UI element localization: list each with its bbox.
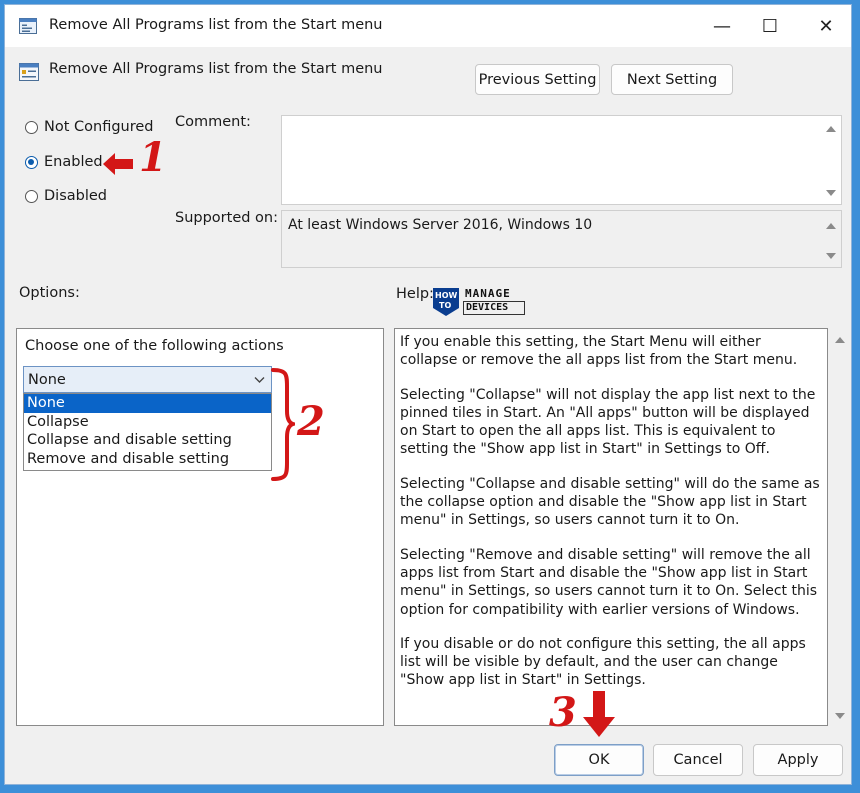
dropdown-option[interactable]: Collapse and disable setting: [24, 431, 271, 450]
policy-setting-icon: [19, 63, 39, 81]
scroll-up-icon[interactable]: [826, 223, 836, 229]
supported-on-value: At least Windows Server 2016, Windows 10: [288, 217, 593, 233]
help-paragraph: Selecting "Remove and disable setting" w…: [400, 546, 818, 618]
chevron-down-icon: [254, 377, 265, 383]
comment-textbox[interactable]: [281, 115, 842, 205]
radio-circle: [25, 120, 38, 134]
logo-to-text: TO: [439, 301, 452, 310]
radio-circle-checked: [25, 155, 38, 169]
radio-label: Enabled: [44, 154, 103, 170]
dropdown-option[interactable]: Remove and disable setting: [24, 450, 271, 469]
policy-dialog: Remove All Programs list from the Start …: [4, 4, 852, 785]
help-panel: If you enable this setting, the Start Me…: [394, 328, 828, 726]
cancel-button[interactable]: Cancel: [653, 744, 743, 776]
maximize-icon: ☐: [761, 15, 779, 37]
minimize-icon: —: [713, 15, 731, 37]
help-paragraph: If you disable or do not configure this …: [400, 635, 806, 689]
next-setting-button[interactable]: Next Setting: [611, 64, 733, 95]
annotation-arrow-down-icon: [583, 691, 615, 737]
annotation-arrow-left-icon: [103, 153, 133, 175]
comment-label: Comment:: [175, 114, 251, 130]
help-text: If you enable this setting, the Start Me…: [400, 333, 822, 706]
radio-not-configured[interactable]: Not Configured: [25, 119, 154, 135]
options-panel: Choose one of the following actions None…: [16, 328, 384, 726]
logo-devices-text: DEVICES: [463, 301, 525, 315]
close-button[interactable]: ✕: [803, 6, 849, 46]
dropdown-option[interactable]: None: [24, 394, 271, 413]
help-paragraph: If you enable this setting, the Start Me…: [400, 334, 798, 369]
apply-button[interactable]: Apply: [753, 744, 843, 776]
help-paragraph: Selecting "Collapse" will not display th…: [400, 386, 816, 458]
dropdown-option[interactable]: Collapse: [24, 413, 271, 432]
supported-on-label: Supported on:: [175, 210, 279, 226]
options-label: Options:: [19, 285, 80, 301]
supported-on-field: At least Windows Server 2016, Windows 10: [281, 210, 842, 268]
htmd-logo: HOW TO MANAGE DEVICES: [431, 286, 527, 318]
help-paragraph: Selecting "Collapse and disable setting"…: [400, 475, 820, 529]
help-label: Help:: [396, 286, 434, 302]
maximize-button[interactable]: ☐: [747, 6, 793, 46]
radio-label: Disabled: [44, 188, 107, 204]
previous-setting-button[interactable]: Previous Setting: [475, 64, 600, 95]
title-bar: Remove All Programs list from the Start …: [5, 5, 851, 47]
scroll-down-icon[interactable]: [826, 253, 836, 259]
minimize-button[interactable]: —: [699, 6, 745, 46]
logo-manage-text: MANAGE: [465, 287, 511, 300]
action-dropdown-list: None Collapse Collapse and disable setti…: [23, 393, 272, 471]
annotation-step-3: 3: [549, 689, 577, 736]
radio-enabled[interactable]: Enabled: [25, 154, 103, 170]
radio-circle: [25, 189, 38, 203]
scroll-down-icon[interactable]: [826, 190, 836, 196]
action-combobox[interactable]: None: [23, 366, 272, 393]
combobox-value: None: [28, 371, 66, 388]
scroll-up-icon[interactable]: [826, 126, 836, 132]
logo-how-text: HOW: [435, 291, 458, 300]
window-title: Remove All Programs list from the Start …: [49, 17, 383, 33]
close-icon: ✕: [818, 15, 834, 37]
scroll-up-icon[interactable]: [835, 337, 845, 343]
policy-name: Remove All Programs list from the Start …: [49, 61, 383, 77]
annotation-step-2: 2: [297, 398, 325, 445]
scroll-down-icon[interactable]: [835, 713, 845, 719]
annotation-step-1: 1: [139, 134, 167, 181]
ok-button[interactable]: OK: [554, 744, 644, 776]
radio-disabled[interactable]: Disabled: [25, 188, 107, 204]
radio-label: Not Configured: [44, 119, 154, 135]
policy-app-icon: [19, 18, 37, 34]
options-prompt: Choose one of the following actions: [25, 338, 284, 354]
annotation-brace-icon: [271, 368, 295, 481]
